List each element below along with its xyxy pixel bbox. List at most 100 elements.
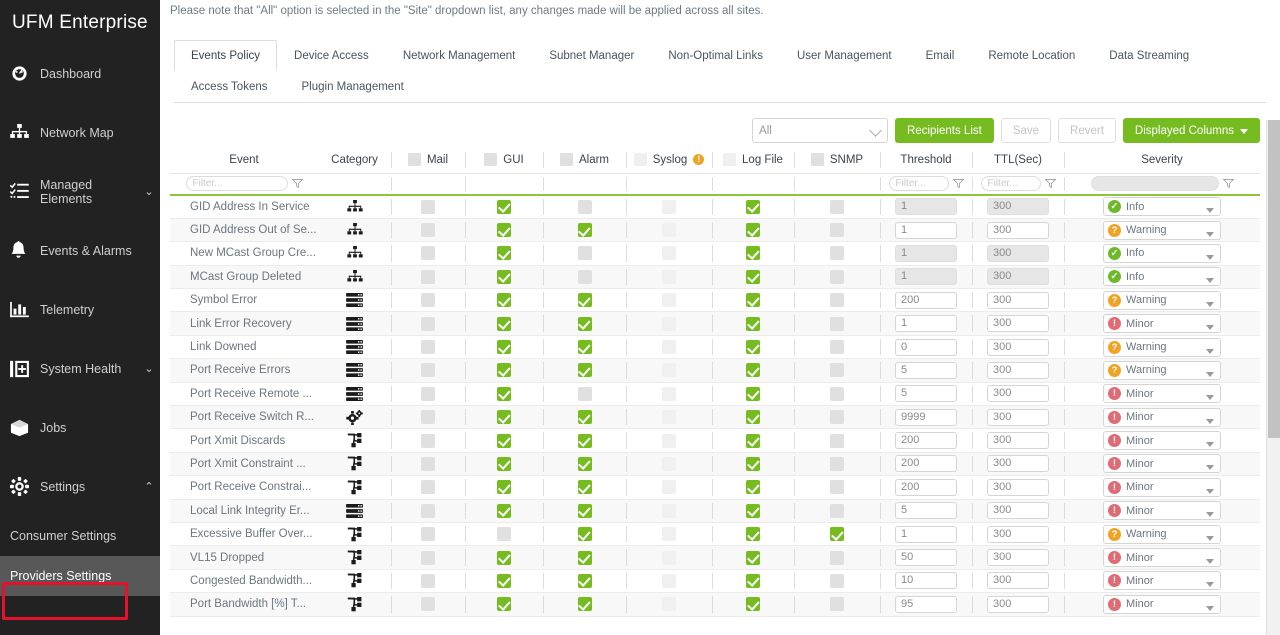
sidebar-item-telemetry[interactable]: Telemetry (0, 280, 160, 339)
sidebar-item-network-map[interactable]: Network Map (0, 103, 160, 162)
checkbox-alarm[interactable] (578, 480, 592, 494)
ttl-input[interactable]: 300 (987, 245, 1049, 262)
checkbox-snmp[interactable] (830, 293, 844, 307)
ttl-input[interactable]: 300 (987, 526, 1049, 543)
checkbox-snmp[interactable] (830, 200, 844, 214)
threshold-input[interactable]: 9999 (895, 409, 957, 426)
checkbox-syslog[interactable] (662, 387, 676, 401)
checkbox-syslog[interactable] (662, 504, 676, 518)
severity-select[interactable]: ?Warning (1103, 361, 1221, 380)
severity-select[interactable]: !Minor (1103, 314, 1221, 333)
ttl-input[interactable]: 300 (987, 385, 1049, 402)
column-header-event[interactable]: Event (170, 147, 318, 173)
tab-plugin-management[interactable]: Plugin Management (285, 71, 421, 102)
checkbox-alarm[interactable] (578, 410, 592, 424)
checkbox-logfile[interactable] (746, 293, 760, 307)
filter-funnel-icon[interactable] (1045, 175, 1056, 193)
table-row[interactable]: VL15 Dropped50300!Minor (170, 546, 1260, 569)
checkbox-snmp[interactable] (830, 340, 844, 354)
checkbox-gui[interactable] (497, 246, 511, 260)
threshold-input[interactable]: 200 (895, 432, 957, 449)
table-row[interactable]: Port Receive Constrai...200300!Minor (170, 476, 1260, 499)
checkbox-alarm[interactable] (578, 574, 592, 588)
severity-select[interactable]: !Minor (1103, 595, 1221, 614)
column-header-snmp[interactable]: SNMP (794, 147, 880, 173)
checkbox-logfile[interactable] (746, 223, 760, 237)
threshold-input[interactable]: 200 (895, 479, 957, 496)
checkbox-logfile[interactable] (746, 317, 760, 331)
column-header-ttl[interactable]: TTL(Sec) (972, 147, 1064, 173)
checkbox-gui[interactable] (497, 223, 511, 237)
checkbox-snmp[interactable] (830, 480, 844, 494)
checkbox-gui[interactable] (497, 200, 511, 214)
threshold-input[interactable]: 5 (895, 362, 957, 379)
checkbox-gui[interactable] (497, 293, 511, 307)
table-row[interactable]: Symbol Error200300?Warning (170, 289, 1260, 312)
checkbox-mail[interactable] (421, 223, 435, 237)
checkbox-logfile[interactable] (746, 574, 760, 588)
checkbox-mail[interactable] (421, 527, 435, 541)
checkbox-snmp[interactable] (830, 574, 844, 588)
checkbox-mail[interactable] (421, 363, 435, 377)
checkbox-alarm[interactable] (578, 200, 592, 214)
displayed-columns-button[interactable]: Displayed Columns (1123, 118, 1260, 143)
checkbox-syslog[interactable] (662, 270, 676, 284)
checkbox-snmp[interactable] (830, 270, 844, 284)
checkbox-snmp[interactable] (830, 246, 844, 260)
checkbox-alarm[interactable] (578, 246, 592, 260)
checkbox-mail[interactable] (421, 293, 435, 307)
revert-button[interactable]: Revert (1058, 118, 1116, 143)
severity-select[interactable]: ✓Info (1103, 244, 1221, 263)
site-select[interactable]: All (752, 118, 888, 143)
table-row[interactable]: Port Receive Switch R...9999300!Minor (170, 406, 1260, 429)
checkbox-syslog[interactable] (662, 293, 676, 307)
table-row[interactable]: Port Xmit Discards200300!Minor (170, 429, 1260, 452)
checkbox-gui[interactable] (497, 317, 511, 331)
checkbox-mail[interactable] (421, 270, 435, 284)
checkbox-mail[interactable] (421, 457, 435, 471)
checkbox-gui[interactable] (497, 527, 511, 541)
column-header-threshold[interactable]: Threshold (880, 147, 972, 173)
table-row[interactable]: New MCast Group Cre...1300✓Info (170, 242, 1260, 265)
checkbox-alarm[interactable] (578, 363, 592, 377)
ttl-input[interactable]: 300 (987, 432, 1049, 449)
table-row[interactable]: Congested Bandwidth...10300!Minor (170, 569, 1260, 592)
sidebar-item-settings[interactable]: Settings⌃ (0, 457, 160, 516)
ttl-input[interactable]: 300 (987, 292, 1049, 309)
table-row[interactable]: Local Link Integrity Er...5300!Minor (170, 499, 1260, 522)
threshold-input[interactable]: 5 (895, 502, 957, 519)
checkbox-snmp[interactable] (830, 387, 844, 401)
tab-email[interactable]: Email (909, 40, 972, 71)
checkbox-syslog[interactable] (662, 223, 676, 237)
severity-select[interactable]: !Minor (1103, 431, 1221, 450)
tab-user-management[interactable]: User Management (780, 40, 909, 71)
checkbox-mail[interactable] (421, 317, 435, 331)
threshold-input[interactable]: 5 (895, 385, 957, 402)
checkbox-alarm[interactable] (578, 457, 592, 471)
vertical-scrollbar[interactable] (1266, 120, 1280, 635)
severity-select[interactable]: ✓Info (1103, 267, 1221, 286)
checkbox-syslog[interactable] (662, 410, 676, 424)
checkbox-alarm[interactable] (578, 340, 592, 354)
checkbox-mail[interactable] (421, 410, 435, 424)
threshold-input[interactable]: 0 (895, 339, 957, 356)
table-row[interactable]: GID Address In Service1300✓Info (170, 195, 1260, 218)
checkbox-snmp[interactable] (830, 363, 844, 377)
checkbox-mail[interactable] (421, 504, 435, 518)
column-header-logfile[interactable]: Log File (712, 147, 794, 173)
threshold-input[interactable]: 200 (895, 292, 957, 309)
severity-select[interactable]: !Minor (1103, 408, 1221, 427)
checkbox-syslog[interactable] (662, 434, 676, 448)
checkbox-alarm[interactable] (578, 293, 592, 307)
threshold-input[interactable]: 95 (895, 596, 957, 613)
table-row[interactable]: Port Xmit Constraint ...200300!Minor (170, 452, 1260, 475)
ttl-input[interactable]: 300 (987, 339, 1049, 356)
filter-funnel-icon[interactable] (292, 175, 303, 193)
checkbox-syslog[interactable] (662, 457, 676, 471)
column-header-alarm[interactable]: Alarm (543, 147, 626, 173)
severity-select[interactable]: !Minor (1103, 384, 1221, 403)
sidebar-item-jobs[interactable]: Jobs (0, 398, 160, 457)
column-header-syslog[interactable]: Syslog! (626, 147, 712, 173)
checkbox-mail[interactable] (421, 340, 435, 354)
tab-subnet-manager[interactable]: Subnet Manager (532, 40, 651, 71)
